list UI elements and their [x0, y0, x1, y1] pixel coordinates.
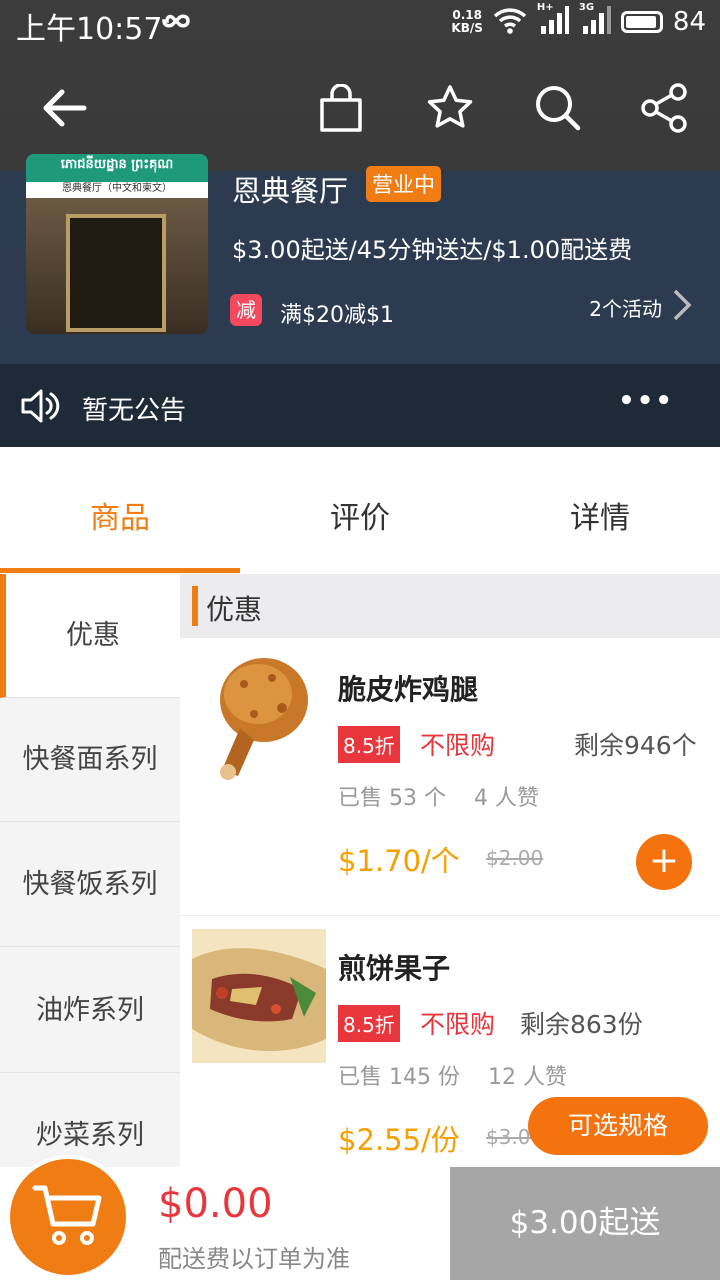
tab-products[interactable]: 商品 — [0, 493, 240, 537]
store-photo: ភោជនីយដ្ឋាន ព្រះគុណ 恩典餐厅（中文和柬文） — [26, 154, 208, 334]
shopping-bag-icon — [318, 83, 364, 136]
more-icon[interactable]: ••• — [618, 386, 674, 416]
category-item-noodles[interactable]: 快餐面系列 — [0, 698, 180, 822]
status-badge: 营业中 — [366, 166, 441, 202]
original-price: $2.00 — [486, 846, 544, 870]
promo-text: 满$20减$1 — [280, 303, 394, 328]
checkout-button[interactable]: $3.00起送 — [450, 1167, 720, 1280]
cart-icon — [31, 1182, 105, 1252]
sold-count: 已售 145 份 — [338, 1065, 460, 1090]
discount-badge: 8.5折 — [338, 1005, 400, 1042]
chevron-right-icon — [672, 288, 692, 327]
shopping-bag-button[interactable] — [313, 82, 369, 138]
activities-link[interactable]: 2个活动 — [589, 288, 692, 327]
delivery-fee-note: 配送费以订单为准 — [158, 1245, 350, 1273]
tab-details[interactable]: 详情 — [480, 493, 720, 537]
like-count: 4 人赞 — [474, 786, 539, 811]
product-price: $2.55/份 — [338, 1123, 460, 1157]
sold-count: 已售 53 个 — [338, 786, 446, 811]
search-icon — [533, 83, 583, 137]
arrow-left-icon — [40, 86, 88, 134]
section-title: 优惠 — [206, 593, 263, 626]
section-accent-bar — [192, 586, 198, 626]
wifi-icon — [493, 6, 527, 38]
store-photo-sign-sub: 恩典餐厅（中文和柬文） — [62, 183, 172, 194]
back-button[interactable] — [36, 82, 92, 138]
add-to-cart-button[interactable]: + — [636, 834, 692, 890]
cart-total: $0.00 — [158, 1181, 273, 1227]
category-sidebar: 优惠 快餐面系列 快餐饭系列 油炸系列 炒菜系列 — [0, 574, 180, 1198]
status-bar: 上午10:57 0.18 KB/S H+ 3G 84 — [0, 0, 720, 47]
search-button[interactable] — [530, 82, 586, 138]
tab-reviews[interactable]: 评价 — [240, 493, 480, 537]
stock-text: 剩余863份 — [520, 1010, 643, 1039]
discount-badge: 8.5折 — [338, 726, 400, 763]
activities-label: 2个活动 — [589, 297, 662, 321]
stock-text: 剩余946个 — [574, 731, 697, 760]
star-icon — [426, 84, 474, 136]
delivery-info: $3.00起送/45分钟送达/$1.00配送费 — [232, 236, 633, 264]
battery-icon — [620, 11, 663, 33]
notice-bar[interactable]: 暂无公告 ••• — [0, 364, 720, 447]
product-image-jianbing — [192, 929, 326, 1063]
net-speed: 0.18 KB/S — [451, 8, 483, 35]
store-name: 恩典餐厅 — [232, 174, 349, 208]
product-item[interactable]: 脆皮炸鸡腿 8.5折 不限购 剩余946个 已售 53 个 4 人赞 $1.70… — [180, 638, 720, 916]
limit-text: 不限购 — [420, 1010, 496, 1039]
status-time: 上午10:57 — [16, 12, 163, 47]
store-photo-door — [66, 214, 166, 332]
tab-bar: 商品 评价 详情 — [0, 447, 720, 574]
favorite-button[interactable] — [422, 82, 478, 138]
battery-level: 84 — [672, 7, 706, 37]
product-item[interactable]: 煎饼果子 8.5折 不限购 剩余863份 已售 145 份 12 人赞 $2.5… — [180, 917, 720, 1167]
category-item-discount[interactable]: 优惠 — [0, 574, 180, 698]
signal-icon: H+ — [537, 2, 569, 38]
select-spec-button[interactable]: 可选规格 — [528, 1097, 708, 1155]
signal-icon-2: 3G — [579, 2, 611, 38]
limit-text: 不限购 — [420, 731, 496, 760]
promo-tag: 减 — [230, 294, 262, 326]
like-count: 12 人赞 — [488, 1065, 567, 1090]
cart-button[interactable] — [6, 1155, 130, 1279]
product-price: $1.70/个 — [338, 844, 460, 878]
notice-text: 暂无公告 — [82, 396, 187, 426]
product-name: 脆皮炸鸡腿 — [338, 673, 479, 706]
tab-indicator — [0, 568, 240, 573]
category-item-rice[interactable]: 快餐饭系列 — [0, 823, 180, 947]
product-image-chicken — [192, 648, 326, 782]
category-item-fried[interactable]: 油炸系列 — [0, 949, 180, 1073]
infinity-icon — [158, 8, 194, 38]
section-header: 优惠 — [180, 574, 720, 638]
top-toolbar — [0, 64, 720, 154]
speaker-icon — [20, 388, 62, 428]
share-button[interactable] — [636, 82, 692, 138]
store-header: 上午10:57 0.18 KB/S H+ 3G 84 ភោជនីយដ្ឋាន ព… — [0, 0, 720, 447]
share-icon — [640, 83, 688, 137]
cart-bar: $0.00 配送费以订单为准 $3.00起送 — [0, 1155, 720, 1280]
store-photo-sign: ភោជនីយដ្ឋាន ព្រះគុណ — [60, 157, 174, 172]
product-name: 煎饼果子 — [338, 952, 451, 985]
